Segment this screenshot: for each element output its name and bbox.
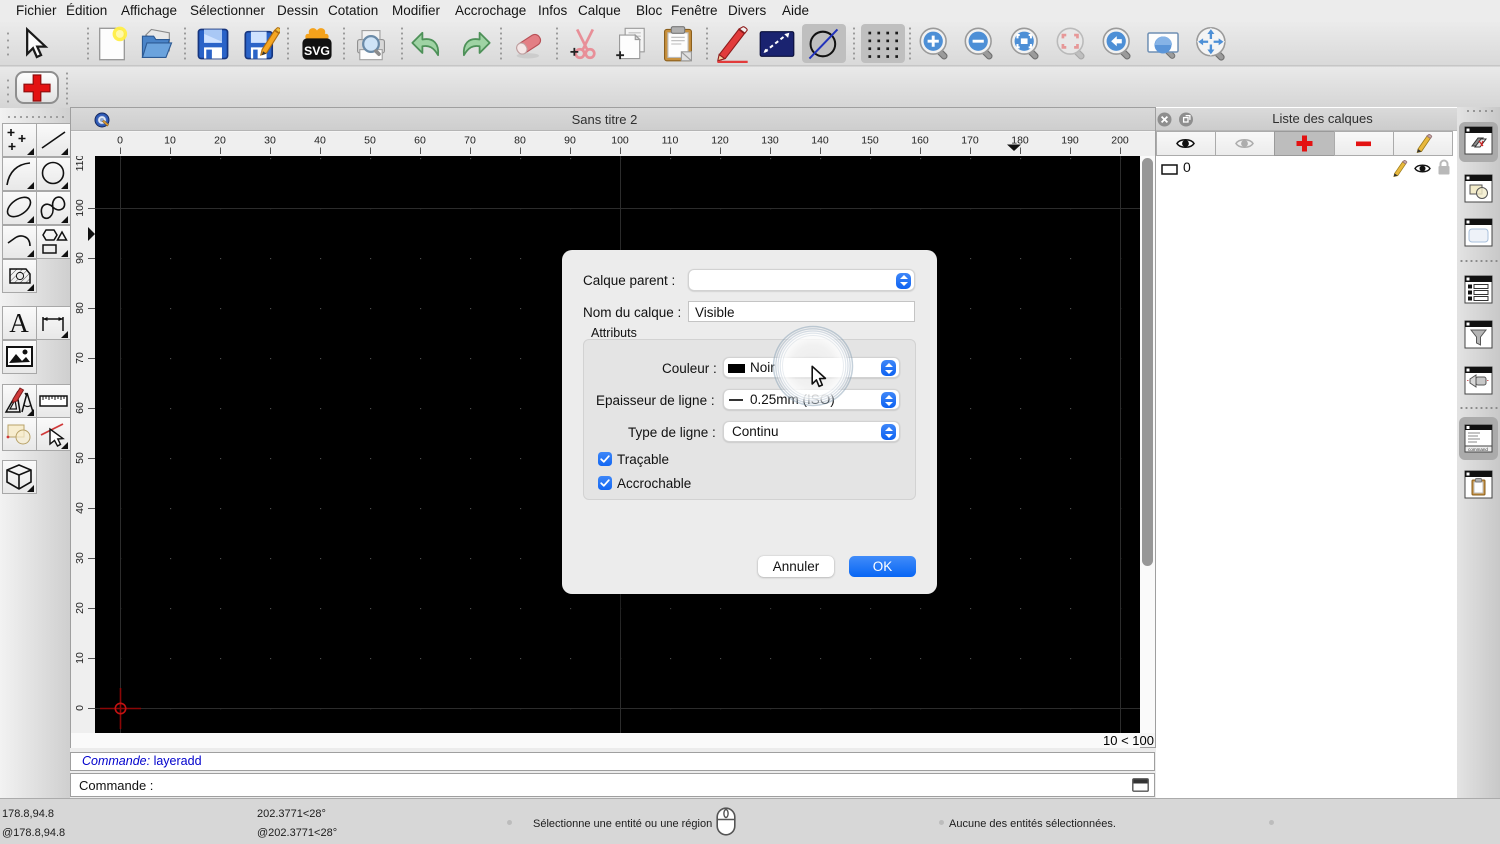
svg-text:130: 130	[761, 135, 779, 147]
svg-text:140: 140	[811, 135, 829, 147]
svg-text:30: 30	[264, 135, 276, 147]
svg-text:0: 0	[74, 705, 86, 711]
svg-text:120: 120	[711, 135, 729, 147]
svg-text:90: 90	[564, 135, 576, 147]
svg-text:110: 110	[662, 135, 679, 147]
svg-text:100: 100	[74, 199, 86, 217]
svg-text:200: 200	[1111, 135, 1129, 147]
svg-text:50: 50	[74, 452, 86, 464]
svg-text:20: 20	[214, 135, 226, 147]
svg-text:10: 10	[164, 135, 176, 147]
svg-text:60: 60	[74, 402, 86, 414]
svg-text:50: 50	[364, 135, 376, 147]
svg-text:0: 0	[117, 135, 123, 147]
svg-text:80: 80	[74, 302, 86, 314]
svg-text:60: 60	[414, 135, 426, 147]
svg-text:70: 70	[74, 352, 86, 364]
svg-text:160: 160	[911, 135, 929, 147]
svg-text:90: 90	[74, 252, 86, 264]
svg-text:30: 30	[74, 552, 86, 564]
svg-text:40: 40	[74, 502, 86, 514]
svg-text:A: A	[9, 308, 29, 338]
svg-text:10: 10	[74, 652, 86, 664]
svg-text:110: 110	[74, 156, 86, 171]
svg-text:20: 20	[74, 602, 86, 614]
svg-text:170: 170	[961, 135, 979, 147]
svg-text:40: 40	[314, 135, 326, 147]
svg-text:80: 80	[514, 135, 526, 147]
svg-text:command: command	[1468, 447, 1488, 452]
svg-text:150: 150	[861, 135, 879, 147]
svg-text:190: 190	[1061, 135, 1079, 147]
svg-text:70: 70	[464, 135, 476, 147]
svg-text:100: 100	[611, 135, 629, 147]
svg-text:SVG: SVG	[304, 44, 330, 58]
